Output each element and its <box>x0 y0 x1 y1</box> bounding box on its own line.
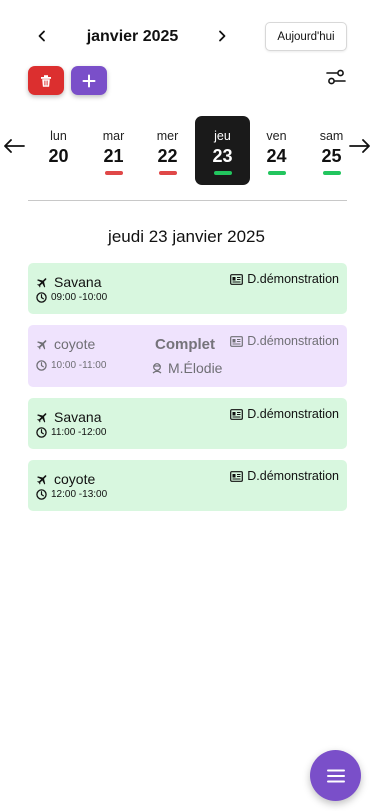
day-friday[interactable]: ven 24 <box>249 116 304 185</box>
plane-icon <box>36 473 49 486</box>
month-navigation: janvier 2025 Aujourd'hui <box>0 22 373 52</box>
plane-icon <box>36 411 49 424</box>
clock-icon <box>36 489 47 500</box>
day-number: 23 <box>212 146 233 166</box>
next-week-button[interactable] <box>348 134 372 158</box>
sliders-icon <box>326 69 346 85</box>
day-name: mar <box>102 129 125 143</box>
clock-icon <box>36 427 47 438</box>
event-title: coyote <box>54 471 96 487</box>
status-badge: Complet <box>155 336 215 353</box>
next-month-button[interactable] <box>212 26 232 46</box>
event-time: 09:00 -10:00 <box>51 292 108 303</box>
event-time: 11:00 -12:00 <box>51 427 107 438</box>
clock-icon <box>36 360 47 371</box>
day-name: jeu <box>214 129 231 143</box>
day-number: 24 <box>266 146 287 166</box>
id-card-icon <box>230 408 244 420</box>
event-place: D.démonstration <box>247 407 339 421</box>
day-tuesday[interactable]: mar 21 <box>86 116 141 185</box>
id-card-icon <box>230 470 244 482</box>
filter-button[interactable] <box>324 66 348 88</box>
menu-button[interactable] <box>310 750 361 801</box>
event-card[interactable]: Savana 11:00 -12:00 D.démonstration <box>28 398 347 449</box>
event-card[interactable]: coyote 10:00 -11:00 Complet M.Élodie D.d… <box>28 325 347 387</box>
trash-icon <box>41 74 51 87</box>
event-place-row: D.démonstration <box>230 469 339 483</box>
day-number: 21 <box>103 146 124 166</box>
event-place: D.démonstration <box>247 272 339 286</box>
divider <box>28 200 347 201</box>
event-title: Savana <box>54 274 102 290</box>
day-indicator <box>323 171 341 175</box>
week-strip: lun 20 mar 21 mer 22 jeu 23 ven 24 sam 2… <box>0 116 373 186</box>
day-number: 20 <box>48 146 69 166</box>
event-card[interactable]: coyote 12:00 -13:00 D.démonstration <box>28 460 347 511</box>
plane-icon <box>36 338 49 351</box>
event-place-row: D.démonstration <box>230 272 339 286</box>
delete-button[interactable] <box>28 66 64 95</box>
previous-week-button[interactable] <box>2 134 26 158</box>
event-title-row: coyote <box>36 336 95 352</box>
event-time-row: 11:00 -12:00 <box>36 427 106 438</box>
instructor-icon <box>151 362 163 374</box>
selected-date-heading: jeudi 23 janvier 2025 <box>108 227 265 246</box>
chevron-right-icon <box>219 30 226 42</box>
event-card[interactable]: Savana 09:00 -10:00 D.démonstration <box>28 263 347 314</box>
event-instructor: M.Élodie <box>168 360 223 376</box>
event-place-row: D.démonstration <box>230 407 339 421</box>
event-place: D.démonstration <box>247 334 339 348</box>
event-time: 12:00 -13:00 <box>51 489 108 500</box>
arrow-right-icon <box>349 139 370 153</box>
event-title-row: Savana <box>36 409 101 425</box>
event-place-row: D.démonstration <box>230 334 339 348</box>
day-thursday[interactable]: jeu 23 <box>195 116 250 185</box>
arrow-left-icon <box>4 139 25 153</box>
day-name: ven <box>266 129 287 143</box>
event-title-row: coyote <box>36 471 95 487</box>
day-indicator <box>105 171 123 175</box>
day-indicator <box>214 171 232 175</box>
id-card-icon <box>230 335 244 347</box>
event-title-row: Savana <box>36 274 101 290</box>
day-number: 22 <box>157 146 178 166</box>
day-indicator <box>268 171 286 175</box>
hamburger-menu-icon <box>326 769 345 782</box>
chevron-left-icon <box>38 30 45 42</box>
event-time-row: 10:00 -11:00 <box>36 360 106 371</box>
event-instructor-row: M.Élodie <box>151 360 222 376</box>
day-wednesday[interactable]: mer 22 <box>140 116 195 185</box>
previous-month-button[interactable] <box>32 26 52 46</box>
id-card-icon <box>230 273 244 285</box>
event-title: Savana <box>54 409 102 425</box>
day-indicator <box>159 171 177 175</box>
month-title: janvier 2025 <box>86 28 179 45</box>
add-button[interactable] <box>71 66 107 95</box>
day-name: lun <box>50 129 67 143</box>
event-time-row: 12:00 -13:00 <box>36 489 107 500</box>
clock-icon <box>36 292 47 303</box>
plus-icon <box>82 74 96 87</box>
event-time-row: 09:00 -10:00 <box>36 292 107 303</box>
day-monday[interactable]: lun 20 <box>31 116 86 185</box>
plane-icon <box>36 276 49 289</box>
today-button[interactable]: Aujourd'hui <box>265 22 347 51</box>
day-name: mer <box>156 129 179 143</box>
event-time: 10:00 -11:00 <box>51 360 107 371</box>
event-title: coyote <box>54 336 96 352</box>
event-place: D.démonstration <box>247 469 339 483</box>
